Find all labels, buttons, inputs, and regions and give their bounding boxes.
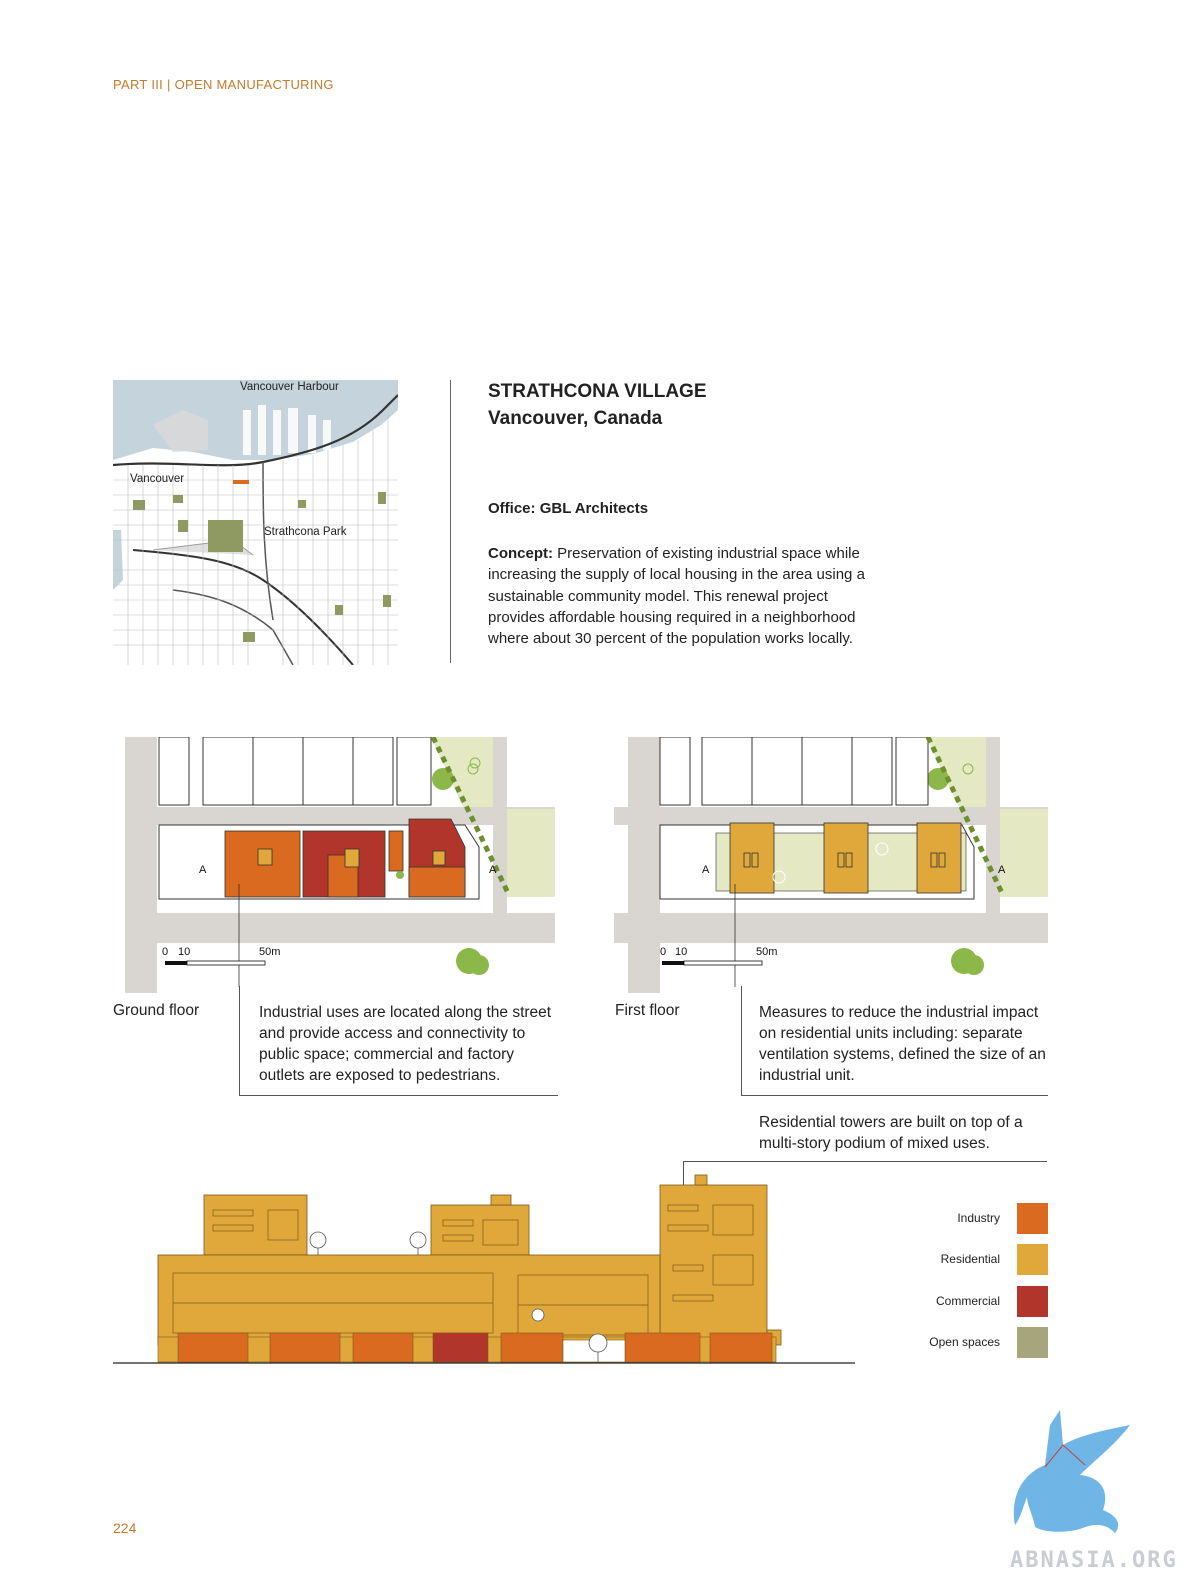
concept-paragraph: Concept: Preservation of existing indust… [488, 543, 878, 649]
divider-line [450, 380, 451, 663]
scale-ten: 10 [178, 946, 191, 958]
first-floor-caption: Measures to reduce the industrial impact… [759, 1004, 1046, 1084]
legend-swatch-industry [1017, 1203, 1048, 1234]
scale-zero: 0 [162, 946, 169, 958]
watermark-logo [1005, 1405, 1145, 1540]
page-number: 224 [113, 1520, 137, 1536]
scale-zero: 0 [660, 946, 667, 958]
griffin-icon [1013, 1410, 1130, 1533]
legend-swatch-commercial [1017, 1286, 1048, 1317]
office-label: Office: [488, 500, 536, 517]
running-head: PART III | OPEN MANUFACTURING [113, 77, 334, 92]
ground-floor-plan: A A 0 10 50m [113, 735, 560, 993]
elevation-callout-line [683, 1161, 1047, 1162]
concept-label: Concept: [488, 545, 553, 562]
legend-label-industry: Industry [957, 1211, 1000, 1225]
location-map: Vancouver Harbour Vancouver Strathcona P… [112, 380, 399, 666]
ground-floor-label: Ground floor [113, 1002, 200, 1019]
legend-label-residential: Residential [940, 1252, 1000, 1266]
legend-item: Open spaces [880, 1327, 1050, 1358]
scale-fifty: 50m [756, 946, 778, 958]
section-mark-left: A [702, 864, 710, 876]
scale-ten: 10 [675, 946, 688, 958]
ground-floor-caption: Industrial uses are located along the st… [259, 1004, 552, 1084]
project-name: STRATHCONA VILLAGE [488, 381, 707, 402]
first-floor-plan: A A 0 10 50m [614, 735, 1048, 993]
project-title: STRATHCONA VILLAGE Vancouver, Canada [488, 378, 707, 432]
section-mark-right: A [998, 864, 1006, 876]
map-label-park: Strathcona Park [264, 526, 347, 538]
street-elevation [113, 1165, 855, 1380]
elevation-caption: Residential towers are built on top of a… [759, 1114, 1023, 1152]
section-mark-left: A [199, 864, 207, 876]
project-location: Vancouver, Canada [488, 408, 663, 429]
first-floor-label: First floor [615, 1002, 680, 1019]
map-label-harbour: Vancouver Harbour [240, 381, 339, 393]
legend-item: Commercial [880, 1286, 1050, 1317]
elevation-drawing [113, 1174, 855, 1364]
section-mark-right: A [489, 864, 497, 876]
legend-item: Residential [880, 1244, 1050, 1275]
watermark-text: ABNASIA.ORG [1010, 1548, 1178, 1573]
office-value: GBL Architects [539, 500, 649, 517]
legend-label-commercial: Commercial [935, 1294, 1000, 1308]
legend: Industry Residential Commercial Open spa… [880, 1203, 1050, 1373]
location-map-drawing [112, 380, 399, 666]
office-line: Office: GBL Architects [488, 500, 648, 517]
map-label-city: Vancouver [130, 473, 185, 485]
legend-swatch-open-spaces [1017, 1327, 1048, 1358]
legend-swatch-residential [1017, 1244, 1048, 1275]
legend-label-open-spaces: Open spaces [929, 1335, 1000, 1349]
scale-fifty: 50m [259, 946, 281, 958]
legend-item: Industry [880, 1203, 1050, 1234]
